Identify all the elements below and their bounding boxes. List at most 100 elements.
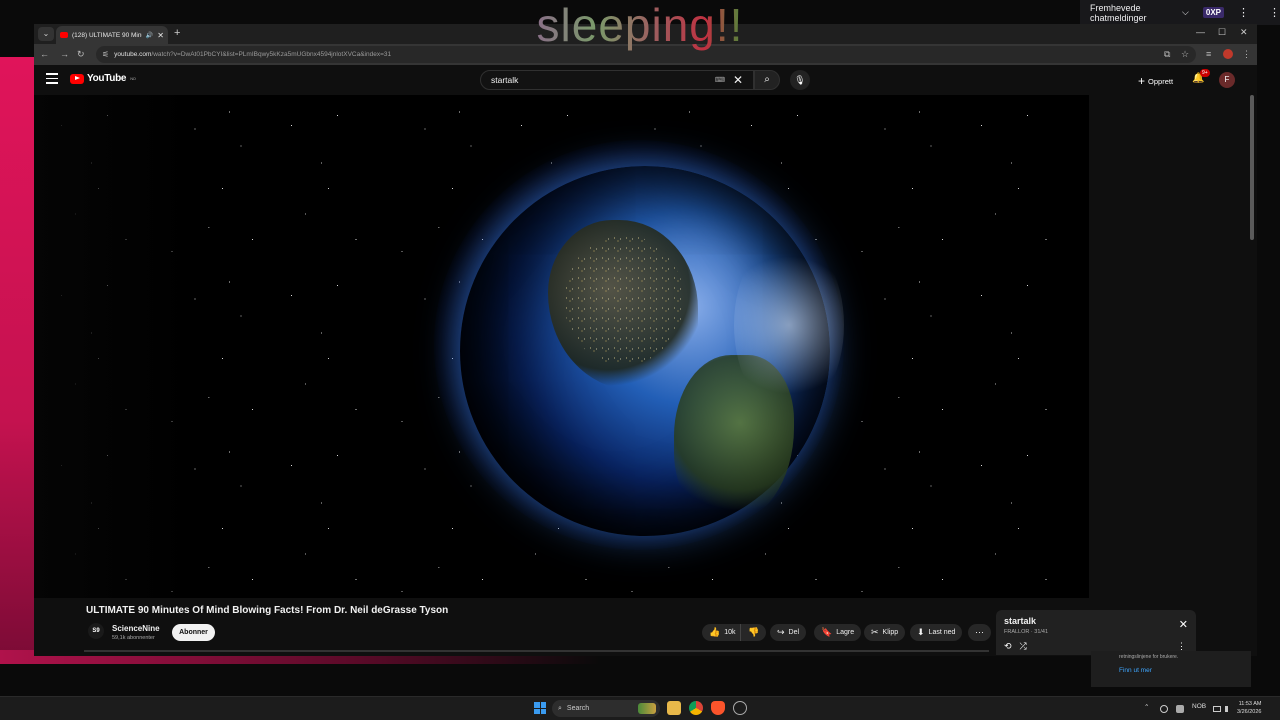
keyboard-icon[interactable]: ⌨ [715,76,725,84]
city-lights [564,235,684,365]
youtube-play-icon [70,73,84,84]
chevron-down-icon[interactable]: ⌵ [1182,7,1189,18]
like-button[interactable]: 👍 10k [702,624,743,641]
brave-browser-icon[interactable] [711,701,725,715]
info-popup: retningslinjene for brukere. Finn ut mer [1091,651,1251,687]
reload-button[interactable]: ↻ [77,49,85,60]
plus-icon: + [1138,74,1146,88]
maximize-button[interactable]: ☐ [1218,27,1226,38]
chrome-icon[interactable] [689,701,703,715]
active-tab[interactable]: (128) ULTIMATE 90 Minute 🔊 ✕ [56,26,168,44]
bookmark-star-icon[interactable]: ☆ [1181,49,1189,60]
app-icon[interactable] [733,701,747,715]
more-actions-button[interactable]: ⋯ [968,624,991,641]
notification-count-badge: 9+ [1200,69,1210,77]
channel-avatar[interactable]: S9 [88,623,104,639]
download-icon: ⬇ [917,627,925,637]
youtube-logo[interactable]: YouTube NO [70,73,136,84]
voice-search-button[interactable]: 🎙 [790,70,810,90]
search-button[interactable]: ⌕ [754,70,780,90]
audio-icon[interactable]: 🔊 [146,32,153,39]
close-icon[interactable]: ✕ [1179,618,1188,631]
subscribe-button[interactable]: Abonner [172,624,215,641]
profile-avatar[interactable] [1223,49,1233,59]
volume-icon[interactable] [1225,706,1231,712]
youtube-favicon-icon [60,32,68,38]
site-info-icon[interactable]: ⚟ [102,50,109,59]
youtube-logo-text: YouTube [87,73,127,84]
browser-menu-icon[interactable]: ⋮ [1242,49,1251,60]
extensions-icon[interactable]: ≡ [1206,49,1211,59]
share-icon: ↪ [777,627,785,637]
clip-label: Klipp [882,629,899,636]
tab-close-icon[interactable]: ✕ [157,31,164,40]
video-player[interactable] [34,95,1089,598]
region-code: NO [130,76,136,81]
new-tab-button[interactable]: + [174,27,180,39]
playlist-panel[interactable]: startalk FRALLOR · 31/41 ✕ ⟲ ⤮ ⋮ [996,610,1196,655]
minimize-button[interactable]: — [1196,27,1205,37]
share-button[interactable]: ↪ Del [770,624,807,641]
tray-app-icon-2[interactable] [1176,705,1184,713]
browser-window: ⌄ (128) ULTIMATE 90 Minute 🔊 ✕ + — ☐ ✕ ←… [34,24,1257,656]
dislike-button[interactable]: 👎 [740,624,767,641]
page-divider [84,650,989,652]
taskbar-search-label: Search [566,705,590,712]
download-label: Last ned [928,629,956,636]
bookmark-icon: 🔖 [821,627,833,637]
cloud-cover [734,235,844,415]
learn-more-link[interactable]: Finn ut mer [1119,667,1223,674]
account-avatar[interactable]: F [1219,72,1235,88]
download-button[interactable]: ⬇ Last ned [910,624,963,641]
search-input[interactable]: startalk ⌨ ✕ [480,70,754,90]
right-rail [1089,95,1257,598]
tray-overflow-icon[interactable]: ⌃ [1144,703,1149,711]
file-explorer-icon[interactable] [667,701,681,715]
search-icon: ⌕ [558,704,562,712]
system-clock[interactable]: 11:53 AM 3/26/2026 [1237,700,1261,716]
url-domain: youtube.com [114,51,152,58]
tab-list-button[interactable]: ⌄ [38,27,54,41]
like-count: 10k [724,629,736,636]
forward-button[interactable]: → [60,49,69,59]
playlist-title[interactable]: startalk [1004,616,1188,626]
hamburger-menu-icon[interactable] [46,73,58,85]
clock-date: 3/26/2026 [1237,709,1262,715]
taskbar: ⌕ Search ⌃ NOB 11:53 AM 3/26/2026 [0,696,1280,720]
clear-search-icon[interactable]: ✕ [733,73,743,87]
subscriber-count: 59,1k abonnenter [112,635,155,641]
install-app-icon[interactable]: ⧉ [1164,49,1170,60]
background-pink-panel [0,57,34,663]
save-button[interactable]: 🔖 Lagre [814,624,862,641]
more-horizontal-icon: ⋯ [975,627,984,637]
video-title: ULTIMATE 90 Minutes Of Mind Blowing Fact… [86,605,449,616]
save-label: Lagre [836,629,855,636]
screen: Fremhevede chatmeldinger ⌵ 0XP ⋮ ⋮ ⌄ (12… [0,0,1280,720]
chat-highlight-label: Fremhevede chatmeldinger [1090,2,1147,23]
clock-time: 11:53 AM [1238,701,1262,707]
chat-highlight-bar[interactable]: Fremhevede chatmeldinger ⌵ 0XP ⋮ ⋮ [1080,0,1280,25]
shuffle-icon[interactable]: ⤮ [1020,641,1027,652]
close-window-button[interactable]: ✕ [1240,27,1248,38]
network-icon[interactable] [1213,706,1221,712]
thumbs-down-icon: 👎 [748,627,760,637]
taskbar-search[interactable]: ⌕ Search [552,700,660,717]
search-value: startalk [491,75,519,85]
tray-app-icon[interactable] [1160,705,1168,713]
clip-button[interactable]: ✂ Klipp [864,624,906,641]
create-label: Opprett [1148,76,1174,86]
start-button[interactable] [534,702,546,714]
video-left-shade [34,95,194,598]
loop-icon[interactable]: ⟲ [1004,641,1012,652]
chat-menu-icon[interactable]: ⋮ [1238,6,1249,19]
channel-name[interactable]: ScienceNine [112,624,160,633]
language-indicator[interactable]: NOB [1192,703,1206,710]
stream-overlay-text: sleeping!! [530,0,750,52]
search-highlight-icon [638,703,656,714]
create-button[interactable]: + Opprett [1138,74,1173,88]
back-button[interactable]: ← [40,49,49,59]
tab-title: (128) ULTIMATE 90 Minute [72,31,142,39]
chat-more-icon[interactable]: ⋮ [1269,6,1280,19]
page-scrollbar[interactable] [1250,95,1254,240]
scissors-icon: ✂ [871,627,879,637]
